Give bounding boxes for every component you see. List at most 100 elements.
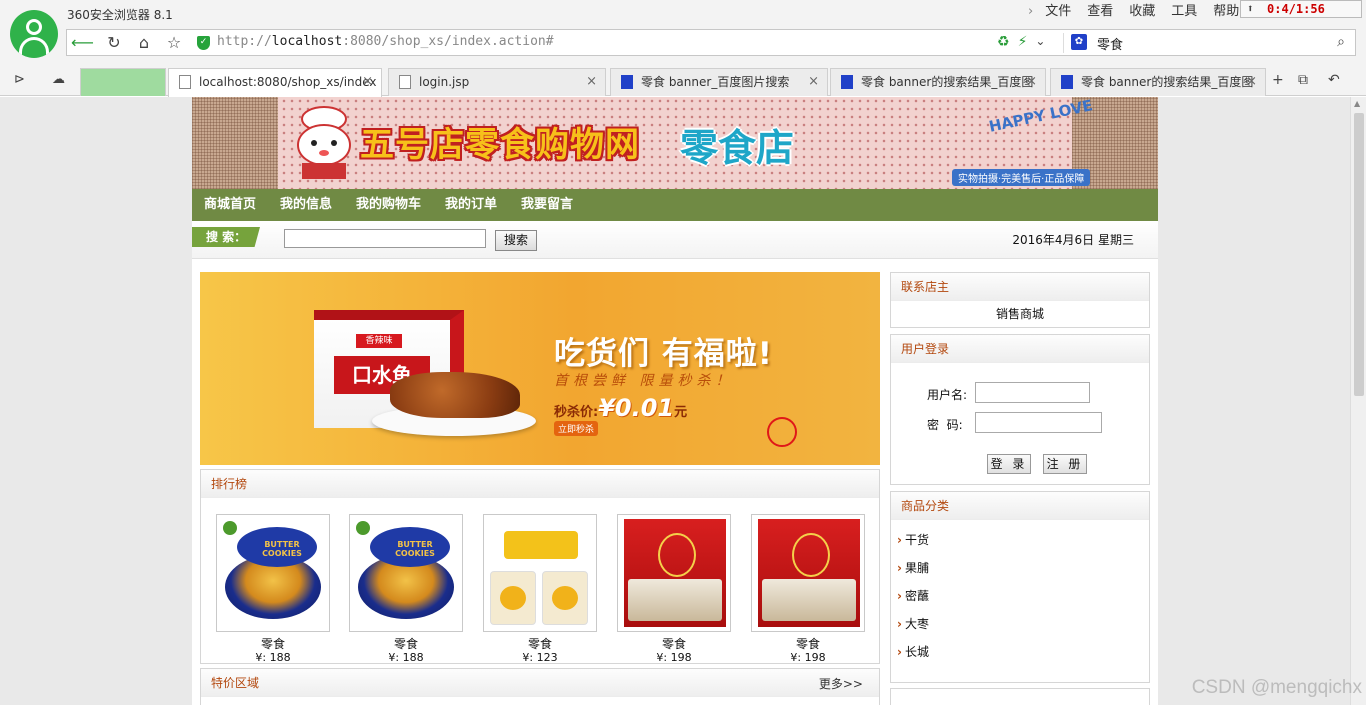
product-image[interactable]	[617, 514, 731, 632]
refresh-icon[interactable]: ↻	[103, 33, 125, 53]
banner-burlap-left	[192, 97, 278, 189]
back-arrow-icon[interactable]: ⟵	[71, 33, 94, 53]
product-image[interactable]	[216, 514, 330, 632]
contact-owner-panel: 联系店主 销售商城	[890, 272, 1150, 328]
category-title: 商品分类	[891, 492, 1149, 520]
browser-search-input[interactable]: 零食	[1097, 34, 1123, 53]
nav-my-orders[interactable]: 我的订单	[445, 189, 497, 221]
url-field[interactable]: http://localhost:8080/shop_xs/index.acti…	[217, 34, 554, 49]
product-image[interactable]	[349, 514, 463, 632]
tab-pinned[interactable]	[80, 68, 166, 96]
page-scrollbar[interactable]: ▲	[1350, 97, 1366, 705]
product-name[interactable]: 零食	[751, 635, 865, 652]
banner-slogan: 实物拍摄·完美售后·正品保障	[952, 169, 1091, 186]
register-button[interactable]: 注 册	[1043, 454, 1087, 474]
recycle-icon[interactable]: ♻	[997, 34, 1010, 50]
product-card[interactable]: 零食 ¥: 198	[617, 514, 731, 664]
menu-chevron-icon[interactable]: ›	[1020, 3, 1037, 21]
user-avatar[interactable]	[10, 10, 58, 58]
scroll-thumb[interactable]	[1354, 113, 1364, 396]
more-link[interactable]: 更多>>	[819, 675, 863, 692]
close-icon[interactable]: ×	[586, 69, 597, 95]
tab-baidu-3[interactable]: 零食 banner的搜索结果_百度图 ×	[1050, 68, 1266, 96]
gift-box-image	[624, 519, 726, 627]
category-item-dried-goods[interactable]: 干货	[897, 526, 1149, 554]
close-icon[interactable]: ×	[808, 69, 819, 95]
search-label: 搜 索：	[192, 227, 260, 247]
nav-home[interactable]: 商城首页	[204, 189, 256, 221]
category-item-dates[interactable]: 大枣	[897, 610, 1149, 638]
tab-label: 零食 banner_百度图片搜索	[641, 75, 790, 89]
product-name[interactable]: 零食	[483, 635, 597, 652]
baidu-paw-icon	[841, 75, 853, 89]
box-brand: 香辣味	[356, 334, 402, 348]
new-tab-icon[interactable]: +	[1272, 72, 1284, 88]
close-icon[interactable]: ×	[1026, 69, 1037, 95]
lightning-icon[interactable]: ⚡	[1018, 34, 1028, 50]
user-login-panel: 用户登录 用户名: 密 码: 登 录 注 册	[890, 334, 1150, 485]
url-host: localhost	[271, 34, 343, 49]
login-button[interactable]: 登 录	[987, 454, 1031, 474]
security-shield-icon[interactable]: ✓	[197, 36, 210, 50]
home-icon[interactable]: ⌂	[133, 33, 155, 53]
tab-login[interactable]: login.jsp ×	[388, 68, 606, 96]
undo-close-icon[interactable]: ↶	[1328, 72, 1340, 88]
banner-title-shop: 零食店	[680, 126, 795, 170]
nav-my-info[interactable]: 我的信息	[280, 189, 332, 221]
tab-baidu-2[interactable]: 零食 banner的搜索结果_百度图 ×	[830, 68, 1046, 96]
url-prefix: http://	[217, 34, 272, 49]
sidebar-toggle-icon[interactable]: ⊳	[14, 72, 25, 87]
close-icon[interactable]: ×	[362, 69, 373, 95]
site-search-input[interactable]	[284, 229, 486, 248]
search-icon[interactable]: ⌕	[1337, 34, 1345, 50]
tab-list-icon[interactable]: ⧉	[1298, 72, 1308, 88]
category-item-candied[interactable]: 密蘸	[897, 582, 1149, 610]
promo-subline: 首根尝鲜 限量秒杀！	[554, 373, 735, 389]
product-name[interactable]: 零食	[617, 635, 731, 652]
product-price: ¥: 188	[255, 651, 291, 664]
category-list: 干货 果脯 密蘸 大枣 长城	[891, 526, 1149, 666]
product-card[interactable]: 零食 ¥: 188	[349, 514, 463, 664]
baidu-paw-icon[interactable]: ✿	[1071, 34, 1087, 50]
jar-image	[490, 571, 536, 625]
snack-image	[390, 372, 520, 418]
scroll-up-icon[interactable]: ▲	[1354, 99, 1360, 108]
category-item-preserved-fruit[interactable]: 果脯	[897, 554, 1149, 582]
tab-baidu-1[interactable]: 零食 banner_百度图片搜索 ×	[610, 68, 828, 96]
product-card[interactable]: 零食 ¥: 188	[216, 514, 330, 664]
product-card[interactable]: 零食 ¥: 198	[751, 514, 865, 664]
search-button[interactable]: 搜索	[495, 230, 537, 251]
menu-view[interactable]: 查看	[1079, 3, 1121, 21]
promo-price-line: 秒杀价:¥0.01元	[554, 394, 687, 422]
product-name[interactable]: 零食	[349, 635, 463, 652]
product-price: ¥: 123	[522, 651, 558, 664]
tab-label: login.jsp	[419, 75, 470, 89]
search-bar: 搜 索： 搜索 2016年4月6日 星期三	[192, 221, 1158, 259]
product-card[interactable]: 零食 ¥: 123	[483, 514, 597, 664]
star-icon[interactable]: ☆	[163, 33, 185, 53]
product-price: ¥: 198	[656, 651, 692, 664]
tab-label: 零食 banner的搜索结果_百度图	[861, 75, 1034, 89]
cloud-icon[interactable]: ☁	[52, 72, 65, 87]
password-field[interactable]	[975, 412, 1102, 433]
nav-leave-message[interactable]: 我要留言	[521, 189, 573, 221]
browser-title: 360安全浏览器 8.1	[67, 8, 173, 22]
promo-cta[interactable]: 立即秒杀	[554, 421, 599, 436]
speed-clock-widget[interactable]: 0:4/1:56	[1240, 0, 1362, 18]
promo-banner[interactable]: 香辣味 口水鱼 吃货们 有福啦! 首根尝鲜 限量秒杀！ 秒杀价:¥0.01元 立…	[200, 272, 880, 465]
product-image[interactable]	[751, 514, 865, 632]
menu-file[interactable]: 文件	[1037, 3, 1079, 21]
address-divider	[1063, 33, 1064, 53]
close-icon[interactable]: ×	[1246, 69, 1257, 95]
tab-index[interactable]: localhost:8080/shop_xs/index ×	[168, 68, 382, 97]
baidu-paw-icon	[1061, 75, 1073, 89]
nav-my-cart[interactable]: 我的购物车	[356, 189, 421, 221]
product-image[interactable]	[483, 514, 597, 632]
product-name[interactable]: 零食	[216, 635, 330, 652]
category-item-great-wall[interactable]: 长城	[897, 638, 1149, 666]
username-field[interactable]	[975, 382, 1090, 403]
promo-price-unit: 元	[674, 405, 688, 420]
menu-tools[interactable]: 工具	[1163, 3, 1205, 21]
menu-favorites[interactable]: 收藏	[1121, 3, 1163, 21]
dropdown-chevron-icon[interactable]: ⌄	[1035, 34, 1045, 50]
